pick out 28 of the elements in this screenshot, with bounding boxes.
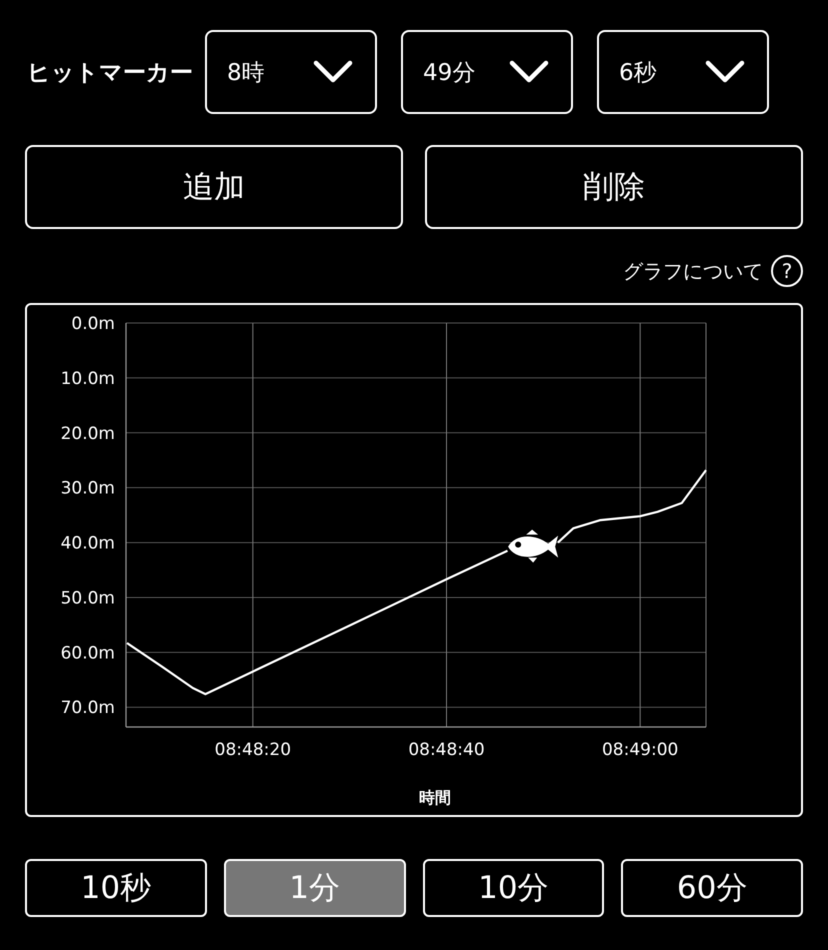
chevron-down-icon — [705, 60, 745, 84]
chevron-down-icon — [313, 60, 353, 84]
hit-marker-label: ヒットマーカー — [27, 58, 193, 88]
x-tick-label: 08:49:00 — [602, 740, 678, 760]
x-tick-label: 08:48:40 — [408, 740, 485, 760]
time-select[interactable]: 6秒 — [597, 30, 769, 114]
graph-help-link[interactable]: グラフについて — [623, 258, 763, 284]
help-icon[interactable]: ? — [771, 255, 803, 287]
range-tab[interactable]: 1分 — [224, 859, 406, 917]
y-tick-label: 60.0m — [60, 643, 115, 664]
y-tick-label: 30.0m — [60, 478, 115, 499]
range-tab[interactable]: 10分 — [422, 859, 604, 917]
x-axis-title: 時間 — [419, 788, 451, 807]
y-tick-label: 50.0m — [60, 588, 115, 608]
time-select[interactable]: 8時 — [205, 30, 377, 114]
y-tick-label: 40.0m — [60, 534, 115, 554]
x-tick-label: 08:48:20 — [214, 740, 292, 760]
y-tick-label: 20.0m — [60, 424, 115, 444]
chevron-down-icon — [509, 60, 549, 84]
action-button[interactable]: 追加 — [25, 145, 403, 229]
action-button[interactable]: 削除 — [425, 145, 803, 229]
range-tab[interactable]: 60分 — [621, 859, 803, 917]
y-tick-label: 0.0m — [71, 314, 115, 334]
time-select[interactable]: 49分 — [401, 30, 573, 114]
y-tick-label: 10.0m — [60, 368, 115, 389]
range-tab[interactable]: 10秒 — [25, 859, 207, 917]
fish-icon — [508, 530, 558, 563]
y-tick-label: 70.0m — [60, 698, 115, 718]
